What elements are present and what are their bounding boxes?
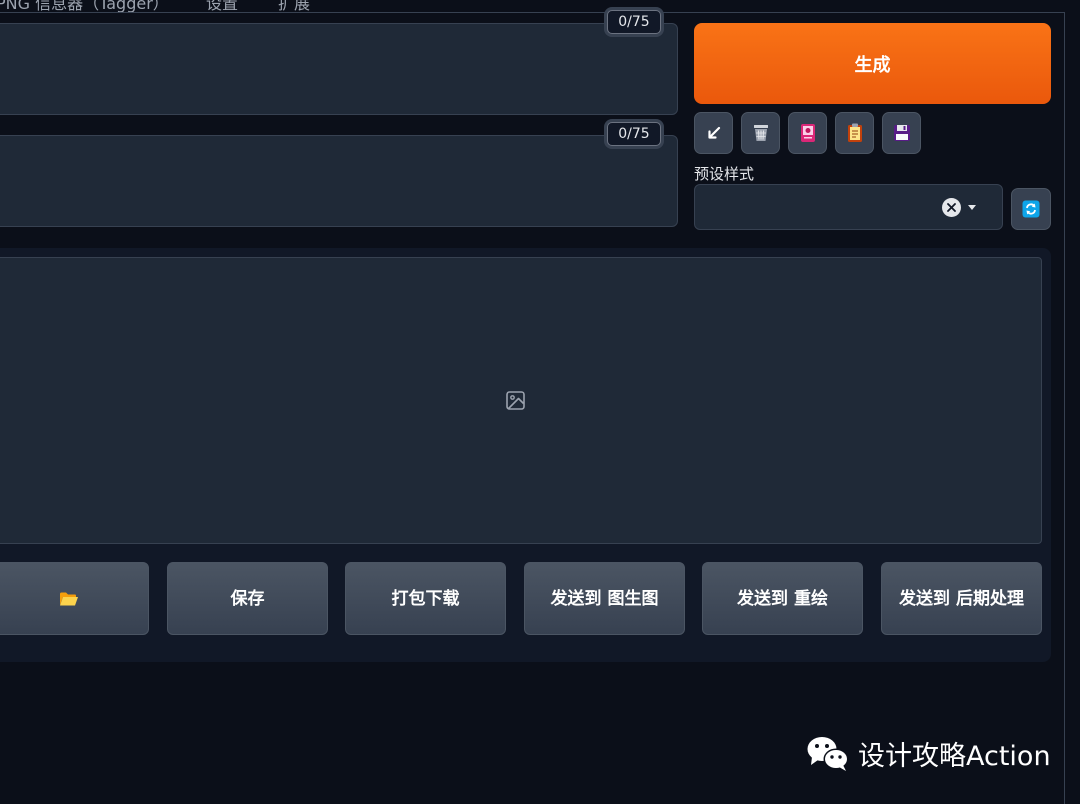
zip-download-button[interactable]: 打包下载 — [345, 562, 506, 635]
arrow-down-left-icon — [707, 126, 720, 139]
clear-prompt-button[interactable] — [741, 112, 780, 154]
extra-networks-button[interactable] — [788, 112, 827, 154]
close-icon — [947, 203, 956, 212]
read-params-button[interactable] — [694, 112, 733, 154]
negative-token-counter: 0/75 — [607, 122, 661, 146]
image-card-icon — [800, 124, 815, 142]
folder-icon — [59, 592, 78, 605]
tab-settings[interactable]: 设置 — [206, 0, 238, 12]
webui-page: PNG 信息器（Tagger） 设置 扩展 0/75 0/75 生成 预设样式 … — [0, 0, 1080, 804]
apply-style-button[interactable] — [835, 112, 874, 154]
positive-token-counter: 0/75 — [607, 10, 661, 34]
tab-extensions[interactable]: 扩展 — [278, 0, 310, 12]
send-to-extras-button[interactable]: 发送到 后期处理 — [881, 562, 1042, 635]
clear-selection-button[interactable] — [942, 198, 961, 217]
positive-prompt-input[interactable] — [0, 23, 678, 115]
clipboard-icon — [847, 123, 862, 142]
send-to-inpaint-button[interactable]: 发送到 重绘 — [702, 562, 863, 635]
trash-icon — [753, 125, 768, 141]
refresh-icon — [1022, 200, 1040, 218]
floppy-disk-icon — [893, 125, 910, 141]
save-style-button[interactable] — [882, 112, 921, 154]
styles-label: 预设样式 — [694, 165, 755, 183]
refresh-styles-button[interactable] — [1011, 188, 1051, 230]
wechat-icon — [807, 736, 849, 771]
image-placeholder-icon — [506, 391, 525, 410]
save-button[interactable]: 保存 — [167, 562, 328, 635]
styles-dropdown[interactable] — [694, 184, 1003, 230]
chevron-down-icon[interactable] — [968, 205, 976, 210]
generate-button[interactable]: 生成 — [694, 23, 1051, 104]
watermark: 设计攻略Action — [806, 734, 1051, 773]
panel-divider — [1064, 12, 1065, 804]
open-folder-button[interactable] — [0, 562, 149, 635]
watermark-text: 设计攻略Action — [858, 741, 1051, 772]
negative-prompt-input[interactable] — [0, 135, 678, 227]
top-tab-bar: PNG 信息器（Tagger） 设置 扩展 — [0, 0, 1064, 13]
send-to-img2img-button[interactable]: 发送到 图生图 — [524, 562, 685, 635]
tab-png-info-tagger[interactable]: PNG 信息器（Tagger） — [0, 0, 169, 12]
